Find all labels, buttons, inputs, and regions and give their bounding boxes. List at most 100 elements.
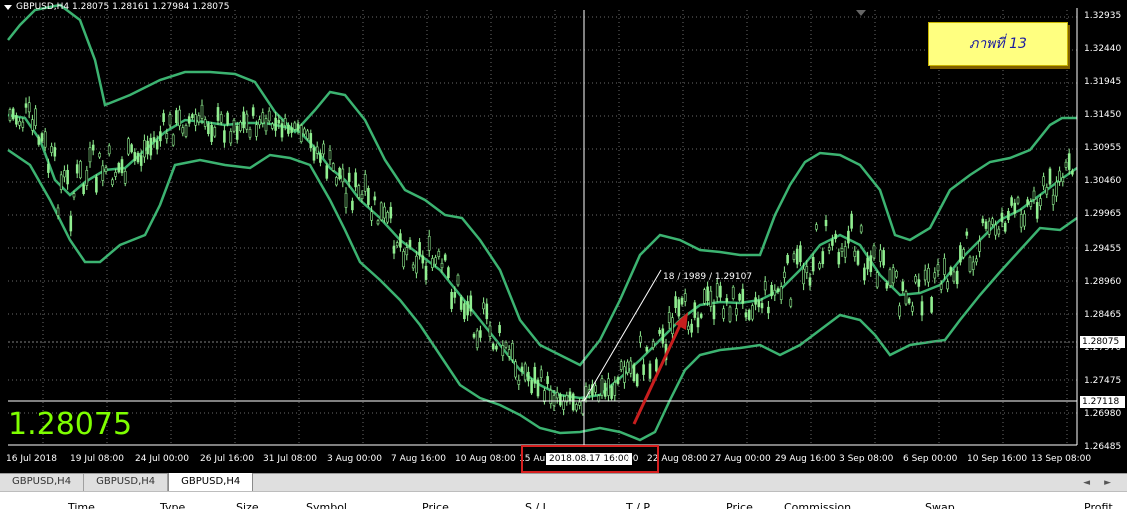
candle-body [69, 215, 73, 232]
candle-body [933, 272, 937, 279]
candle-body [434, 257, 437, 265]
candle-body [914, 275, 917, 283]
chart-menu-dropdown-icon[interactable] [4, 4, 12, 10]
candle-body [888, 269, 892, 286]
candle-body [357, 185, 361, 198]
candle-body [719, 285, 722, 298]
column-tp[interactable]: T / P [626, 501, 650, 509]
candle-body [91, 144, 95, 151]
candle-body [741, 288, 745, 304]
candle-body [808, 277, 812, 286]
candle-body [383, 206, 386, 219]
column-type[interactable]: Type [160, 501, 185, 509]
candle-body [603, 382, 607, 397]
candle-body [162, 113, 165, 122]
chart-tab-2[interactable]: GBPUSD,H4 [84, 474, 169, 491]
price-scale-label: 1.32440 [1084, 44, 1122, 55]
candle-body [280, 123, 284, 138]
candle-body [539, 369, 543, 379]
candle-body [799, 245, 802, 263]
candle-body [319, 153, 322, 163]
candle-body [1051, 194, 1055, 205]
column-commission[interactable]: Commission [784, 501, 851, 509]
scroll-right-icon[interactable]: ► [1104, 478, 1111, 488]
candle-body [1045, 187, 1049, 195]
price-scale-label: 1.28465 [1084, 309, 1122, 320]
candle-body [821, 251, 825, 265]
candle-body [226, 112, 229, 125]
candle-body [498, 325, 501, 334]
candle-body [306, 130, 309, 139]
note-text-box[interactable]: ภาพที่ 13 [928, 22, 1068, 66]
candle-body [344, 192, 348, 208]
candle-body [891, 267, 895, 284]
candle-body [127, 138, 130, 155]
candle-body [450, 291, 453, 309]
candle-body [120, 159, 124, 174]
price-scale-label: 1.31450 [1084, 110, 1122, 121]
candle-body [834, 233, 837, 239]
candle-body [831, 239, 834, 246]
column-time[interactable]: Time [68, 501, 95, 509]
candle-body [533, 366, 537, 384]
time-scale-label: 26 Jul 16:00 [200, 454, 254, 464]
time-scale-label: 31 Jul 08:00 [263, 454, 317, 464]
candle-body [946, 281, 949, 290]
time-scale-label: 16 Jul 2018 [6, 454, 57, 464]
candle-body [520, 366, 524, 372]
candle-body [623, 366, 626, 383]
column-sl[interactable]: S / L [525, 501, 549, 509]
candle-body [706, 286, 709, 301]
candle-body [856, 250, 860, 265]
price-scale-label: 1.30460 [1084, 176, 1122, 187]
candle-body [709, 290, 713, 307]
candle-body [949, 267, 953, 275]
chart-shift-marker[interactable] [856, 10, 866, 16]
candle-body [875, 272, 879, 288]
scroll-left-icon[interactable]: ◄ [1083, 478, 1090, 488]
column-symbol[interactable]: Symbol [306, 501, 347, 509]
candle-body [952, 271, 956, 282]
chart-tab-1[interactable]: GBPUSD,H4 [0, 474, 85, 491]
candle-body [511, 343, 514, 360]
candle-body [527, 371, 530, 382]
time-highlight-box [521, 445, 659, 473]
time-scale-label: 7 Aug 16:00 [391, 454, 446, 464]
price-scale-label: 1.29965 [1084, 209, 1122, 220]
candle-body [191, 114, 194, 119]
trend-line[interactable] [583, 269, 662, 402]
candle-body [987, 220, 991, 235]
price-chart[interactable] [0, 0, 1127, 473]
candle-body [152, 137, 156, 142]
chart-info-bar: GBPUSD,H4 1.28075 1.28161 1.27984 1.2807… [4, 2, 229, 12]
candle-body [504, 342, 508, 348]
time-scale-label: 29 Aug 16:00 [775, 454, 836, 464]
column-swap[interactable]: Swap [925, 501, 955, 509]
column-profit[interactable]: Profit [1084, 501, 1113, 509]
price-scale-label: 1.26980 [1084, 408, 1122, 419]
candle-body [635, 374, 639, 387]
candle-body [1010, 197, 1013, 206]
chart-window[interactable]: GBPUSD,H4 1.28075 1.28161 1.27984 1.2807… [0, 0, 1127, 473]
candle-body [155, 140, 159, 150]
candle-body [911, 305, 914, 312]
candle-body [443, 254, 447, 261]
column-price-current[interactable]: Price [726, 501, 753, 509]
candle-body [683, 293, 687, 302]
candle-body [392, 245, 396, 254]
candle-body [1071, 170, 1074, 175]
candle-body [546, 376, 549, 384]
candle-body [232, 119, 236, 132]
candle-body [802, 268, 805, 285]
candle-body [56, 207, 60, 216]
column-price[interactable]: Price [422, 501, 449, 509]
price-scale-label: 1.27475 [1084, 375, 1122, 386]
candle-body [296, 123, 300, 131]
column-size[interactable]: Size [236, 501, 259, 509]
lower-band-line [7, 148, 1078, 442]
chart-tab-3[interactable]: GBPUSD,H4 [168, 473, 254, 491]
candle-body [955, 270, 959, 285]
candle-body [1058, 170, 1061, 182]
candle-body [629, 360, 633, 374]
price-scale-label: 1.30955 [1084, 143, 1122, 154]
